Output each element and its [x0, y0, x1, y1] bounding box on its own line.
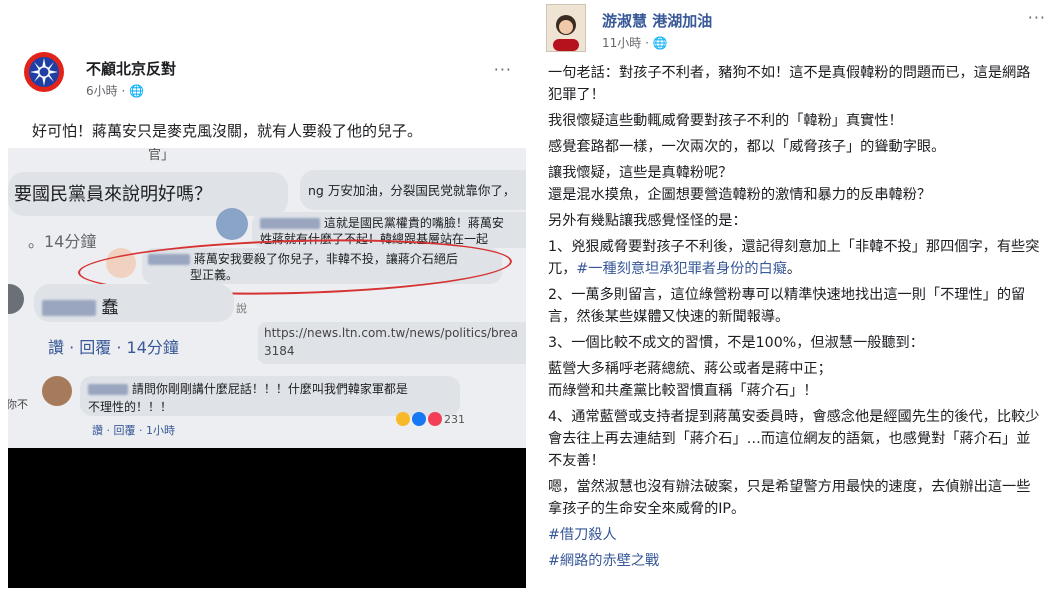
right-page-name[interactable]: 游淑慧 港湖加油: [602, 10, 712, 31]
left-post-time: 6小時 · 🌐: [86, 84, 145, 98]
paragraph: 藍營大多稱呼老蔣總統、蔣公或者是蔣中正； 而綠營和共產黨比較習慣直稱「蔣介石」！: [548, 361, 832, 399]
right-post-body: 一句老話：對孩子不利者，豬狗不如！這不是真假韓粉的問題而已，這是網路犯罪了！ 我…: [548, 62, 1044, 576]
link-url-line1[interactable]: https://news.ltn.com.tw/news/politics/br…: [264, 326, 518, 340]
paragraph: 4、通常藍營或支持者提到蔣萬安委員時，會感念他是經國先生的後代，比較少會去往上再…: [548, 409, 1040, 469]
more-options-icon[interactable]: ···: [1028, 8, 1046, 27]
paragraph: 嗯，當然淑慧也沒有辦法破案，只是希望警方用最快的速度，去偵辦出這一些拿孩子的生命…: [548, 479, 1031, 517]
paragraph: 我很懷疑這些動輒威脅要對孩子不利的「韓粉」真實性！: [548, 113, 903, 129]
more-options-icon[interactable]: ···: [494, 60, 512, 79]
commenter-name: 蠢: [42, 293, 118, 318]
extra-text: 說: [236, 302, 247, 315]
haha-icon: [396, 412, 410, 426]
paragraph: 另外有幾點讓我感覺怪怪的是：: [548, 213, 747, 229]
reactions[interactable]: 231: [396, 412, 465, 426]
reaction-count: 231: [444, 412, 465, 426]
comment-actions[interactable]: 讚 · 回覆 · 14分鐘: [48, 334, 179, 358]
comment-timestamp: 。14分鐘: [28, 232, 97, 251]
hashtag-link[interactable]: #網路的赤壁之戰: [548, 550, 1044, 572]
left-screenshot-panel: 不顧北京反對 6小時 · 🌐 ··· 好可怕！蔣萬安只是麥克風沒關，就有人要殺了…: [8, 8, 526, 588]
paragraph: 3、一個比較不成文的習慣，不是100%，但淑慧一般聽到：: [548, 335, 924, 351]
avatar: [42, 376, 72, 406]
paragraph: 感覺套路都一樣，一次兩次的，都以「威脅孩子」的聳動字眼。: [548, 139, 946, 155]
comment-ng-text: ng 万安加油，分裂国民党就靠你了，: [308, 183, 516, 198]
profile-photo-icon: [547, 5, 585, 51]
paragraph: 1、兇狠威脅要對孩子不利後，還記得刻意加上「非韓不投」那四個字，有些突兀，#一種…: [548, 239, 1040, 277]
kmt-party-logo-icon: [24, 52, 64, 92]
left-page-name[interactable]: 不顧北京反對: [86, 58, 176, 79]
angry-icon: [428, 412, 442, 426]
paragraph: 2、一萬多則留言，這位綠營粉專可以精準快速地找出這一則「不理性」的留言，然後某些…: [548, 287, 1026, 325]
bottom-comment-line1: 請問你剛剛講什麼屁話！！！什麼叫我們韓家軍都是: [88, 380, 408, 397]
avatar: [216, 208, 248, 240]
comment-question-text: 要國民黨員來說明好嗎？: [14, 184, 212, 205]
paragraph: 一句老話：對孩子不利者，豬狗不如！這不是真假韓粉的問題而已，這是網路犯罪了！: [548, 65, 1031, 103]
right-post-panel: 游淑慧 港湖加油 11小時 · 🌐 ··· 一句老話：對孩子不利者，豬狗不如！這…: [536, 0, 1060, 596]
globe-icon: 🌐: [652, 36, 668, 50]
reply-a-line1: 這就是國民黨權貴的嘴臉！蔣萬安: [260, 214, 504, 231]
avatar[interactable]: [546, 4, 586, 52]
black-area: [8, 448, 526, 588]
left-post-text: 好可怕！蔣萬安只是麥克風沒關，就有人要殺了他的兒子。: [32, 122, 423, 140]
side-text: 你不: [8, 398, 28, 411]
right-post-time: 11小時 · 🌐: [602, 36, 668, 50]
snippet-top: 官」: [148, 148, 175, 163]
embedded-comment-screenshot: 官」 要國民黨員來說明好嗎？ ng 万安加油，分裂国民党就靠你了， 。14分鐘 …: [8, 148, 526, 448]
link-url-line2: 3184: [264, 344, 295, 358]
bottom-comment-actions[interactable]: 讚 · 回覆 · 1小時: [92, 422, 175, 438]
like-icon: [412, 412, 426, 426]
paragraph: 讓我懷疑，這些是真韓粉呢？ 還是混水摸魚，企圖想要營造韓粉的激情和暴力的反串韓粉？: [548, 165, 932, 203]
avatar: [8, 284, 24, 314]
globe-icon: 🌐: [129, 84, 145, 98]
bottom-comment-line2: 不理性的！！！: [88, 400, 173, 414]
left-post-header: 不顧北京反對 6小時 · 🌐 ··· 好可怕！蔣萬安只是麥克風沒關，就有人要殺了…: [8, 8, 526, 148]
hashtag-link[interactable]: #一種刻意坦承犯罪者身份的白癡: [576, 261, 787, 277]
hashtag-link[interactable]: #借刀殺人: [548, 524, 1044, 546]
